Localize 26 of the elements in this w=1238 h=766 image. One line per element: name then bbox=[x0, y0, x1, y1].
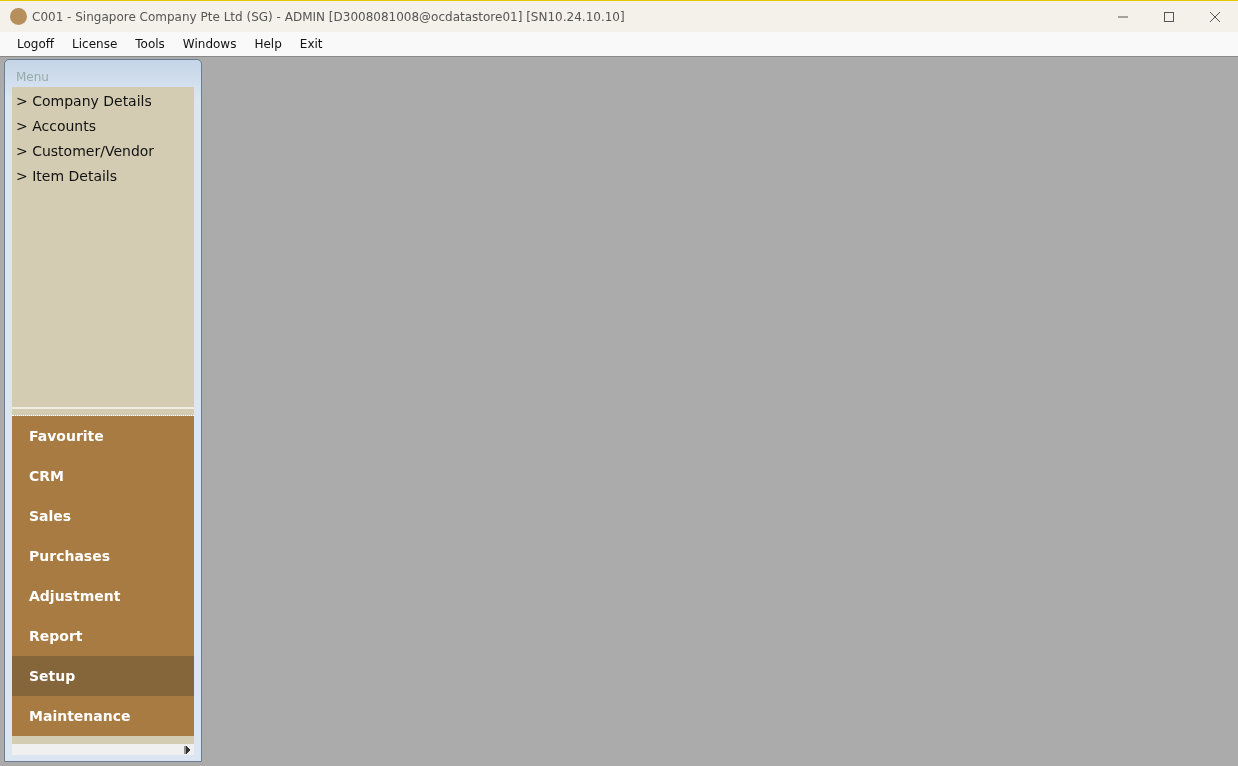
tree-item[interactable]: > Item Details bbox=[12, 164, 194, 189]
splitter[interactable] bbox=[12, 409, 194, 416]
nav-section-button[interactable]: CRM bbox=[12, 456, 194, 496]
tree-item[interactable]: > Company Details bbox=[12, 89, 194, 114]
tree-item[interactable]: > Customer/Vendor bbox=[12, 139, 194, 164]
scroll-arrow-icon bbox=[184, 745, 190, 754]
nav-section-button[interactable]: Setup bbox=[12, 656, 194, 696]
window-title: C001 - Singapore Company Pte Ltd (SG) - ADMIN [D3008081008@ocdatastore01] [SN10.24.10.10] bbox=[32, 9, 626, 24]
app-logo-icon bbox=[10, 8, 27, 25]
scrollbar[interactable] bbox=[12, 736, 194, 755]
close-icon bbox=[1209, 10, 1221, 23]
panel-title: Menu bbox=[15, 69, 50, 86]
nav-section-button[interactable]: Purchases bbox=[12, 536, 194, 576]
nav-section-button[interactable]: Adjustment bbox=[12, 576, 194, 616]
nav-section-button[interactable]: Favourite bbox=[12, 416, 194, 456]
maximize-icon bbox=[1163, 10, 1175, 23]
menu-item[interactable]: Exit bbox=[290, 37, 332, 51]
menu-item[interactable]: Help bbox=[245, 37, 291, 51]
nav-section-button[interactable]: Report bbox=[12, 616, 194, 656]
nav-section-button[interactable]: Maintenance bbox=[12, 696, 194, 736]
tree-item[interactable]: > Accounts bbox=[12, 114, 194, 139]
menu-item[interactable]: License bbox=[63, 37, 127, 51]
menu-item[interactable]: Tools bbox=[126, 37, 174, 51]
nav-section-button[interactable]: Sales bbox=[12, 496, 194, 536]
menu-item[interactable]: Logoff bbox=[8, 37, 64, 51]
menu-item[interactable]: Windows bbox=[173, 37, 246, 51]
